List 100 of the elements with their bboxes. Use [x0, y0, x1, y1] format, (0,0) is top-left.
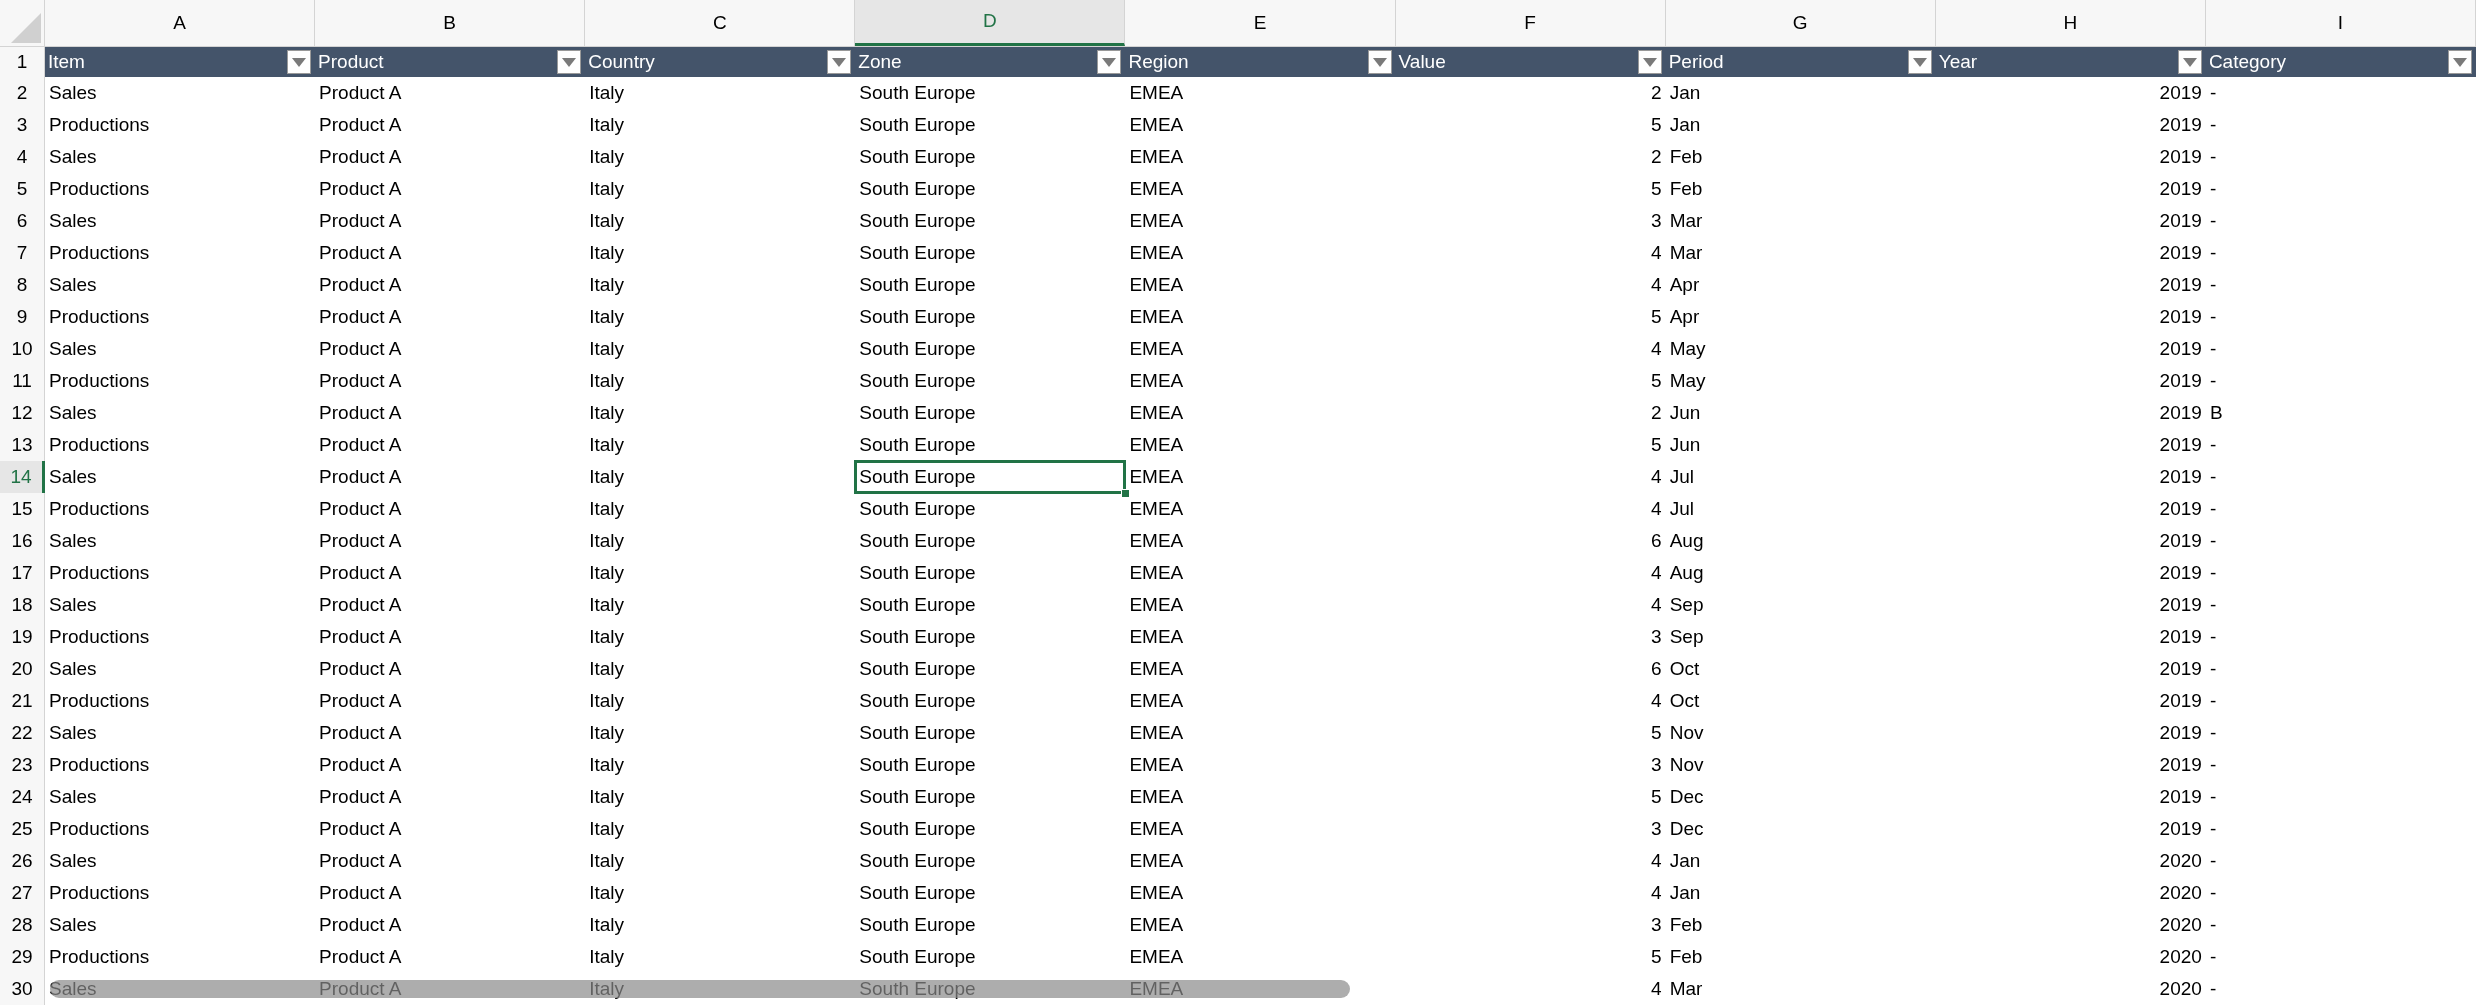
row-number[interactable]: 18 — [0, 589, 45, 621]
row-number[interactable]: 21 — [0, 685, 45, 717]
table-cell-text: South Europe — [858, 368, 977, 393]
row-number[interactable]: 5 — [0, 173, 45, 205]
row-number[interactable]: 6 — [0, 205, 45, 237]
row-number[interactable]: 28 — [0, 909, 45, 941]
table-cell-text: South Europe — [858, 784, 977, 809]
row-number[interactable]: 7 — [0, 237, 45, 269]
column-header[interactable]: A — [45, 0, 316, 46]
table-cell-text: 2020 — [2158, 912, 2203, 937]
table-cell-text: - — [2208, 592, 2218, 617]
row-number[interactable]: 4 — [0, 141, 45, 173]
column-header[interactable]: G — [1665, 0, 1936, 46]
filter-dropdown-button[interactable] — [287, 50, 312, 74]
row-number[interactable]: 17 — [0, 557, 45, 589]
table-cell-text: Productions — [48, 688, 151, 713]
table-cell-text: 2019 — [2158, 336, 2203, 361]
table-cell-text: Italy — [588, 720, 626, 745]
table-cell-text: 2019 — [2158, 496, 2203, 521]
table-cell-text: 2019 — [2158, 432, 2203, 457]
column-header[interactable]: E — [1125, 0, 1396, 46]
row-number[interactable]: 25 — [0, 813, 45, 845]
filter-dropdown-button[interactable] — [2448, 50, 2472, 74]
table-cell-text: EMEA — [1128, 496, 1185, 521]
table-cell-text: South Europe — [858, 944, 977, 969]
row-number[interactable]: 23 — [0, 749, 45, 781]
row-number[interactable]: 14 — [0, 461, 45, 493]
table-cell-text: Sales — [48, 720, 98, 745]
table-cell-text: - — [2208, 336, 2218, 361]
table-cell-text: South Europe — [858, 560, 977, 585]
table-cell: South Europe — [855, 461, 1126, 493]
table-cell-text: Productions — [48, 816, 151, 841]
column-header[interactable]: I — [2205, 0, 2476, 46]
table-cell-text: Productions — [48, 560, 151, 585]
table-cell-text: South Europe — [858, 80, 977, 105]
table-cell-text: 2019 — [2158, 528, 2203, 553]
table-cell-text: Sales — [48, 912, 98, 937]
table-cell-text: - — [2208, 304, 2218, 329]
horizontal-scrollbar[interactable] — [50, 980, 1350, 998]
row-number[interactable]: 11 — [0, 365, 45, 397]
table-cell-text: Product A — [318, 176, 403, 201]
table-cell-text: Sales — [48, 208, 98, 233]
filter-dropdown-button[interactable] — [827, 50, 852, 74]
filter-dropdown-button[interactable] — [1097, 50, 1122, 74]
column-header[interactable]: B — [315, 0, 586, 46]
column-header[interactable]: F — [1395, 0, 1666, 46]
table-cell-text: Feb — [1668, 912, 1704, 937]
fill-handle[interactable] — [1121, 489, 1131, 498]
table-cell-text: 5 — [1650, 304, 1663, 329]
filter-dropdown-button[interactable] — [2177, 50, 2202, 74]
table-cell-text: Productions — [48, 176, 151, 201]
table-cell-text: 5 — [1650, 784, 1663, 809]
table-cell-text: EMEA — [1128, 752, 1185, 777]
caret-icon — [2182, 57, 2197, 67]
row-number[interactable]: 10 — [0, 333, 45, 365]
row-number[interactable]: 2 — [0, 77, 45, 109]
table-cell-text: 4 — [1650, 592, 1663, 617]
table-cell-text: Sales — [48, 272, 98, 297]
table-cell-text: Jan — [1668, 112, 1702, 137]
table-cell-text: Product A — [318, 528, 403, 553]
table-cell-text: - — [2208, 80, 2218, 105]
table-cell-text: - — [2208, 816, 2218, 841]
caret-icon — [1912, 57, 1927, 67]
row-number[interactable]: 26 — [0, 845, 45, 877]
table-cell-text: Sales — [48, 976, 98, 1001]
table-cell-text: Feb — [1668, 176, 1704, 201]
filter-dropdown-button[interactable] — [1907, 50, 1932, 74]
table-cell-text: South Europe — [858, 304, 977, 329]
table-cell-text: South Europe — [858, 528, 977, 553]
table-cell-text: 4 — [1650, 688, 1663, 713]
row-number[interactable]: 9 — [0, 301, 45, 333]
caret-icon — [1372, 57, 1387, 67]
table-header-cell: Product — [315, 47, 586, 77]
filter-dropdown-button[interactable] — [1637, 50, 1662, 74]
column-header[interactable]: D — [855, 0, 1126, 46]
row-number[interactable]: 8 — [0, 269, 45, 301]
filter-dropdown-button[interactable] — [1367, 50, 1392, 74]
row-number[interactable]: 16 — [0, 525, 45, 557]
table-cell-text: Italy — [588, 944, 626, 969]
filter-dropdown-button[interactable] — [557, 50, 582, 74]
table-cell-text: Product A — [318, 400, 403, 425]
table-cell-text: 2019 — [2158, 464, 2203, 489]
row-number[interactable]: 15 — [0, 493, 45, 525]
table-cell-text: Italy — [588, 528, 626, 553]
table-cell-text: EMEA — [1128, 176, 1185, 201]
row-number[interactable]: 13 — [0, 429, 45, 461]
row-number[interactable]: 1 — [0, 47, 45, 77]
row-number[interactable]: 20 — [0, 653, 45, 685]
table-cell-text: - — [2208, 528, 2218, 553]
row-number[interactable]: 19 — [0, 621, 45, 653]
row-number[interactable]: 29 — [0, 941, 45, 973]
table-cell-text: 5 — [1650, 176, 1663, 201]
row-number[interactable]: 12 — [0, 397, 45, 429]
row-number[interactable]: 22 — [0, 717, 45, 749]
column-header[interactable]: H — [1935, 0, 2206, 46]
row-number[interactable]: 27 — [0, 877, 45, 909]
row-number[interactable]: 24 — [0, 781, 45, 813]
row-number[interactable]: 3 — [0, 109, 45, 141]
row-number[interactable]: 30 — [0, 973, 45, 1005]
table-cell-text: Italy — [588, 752, 626, 777]
